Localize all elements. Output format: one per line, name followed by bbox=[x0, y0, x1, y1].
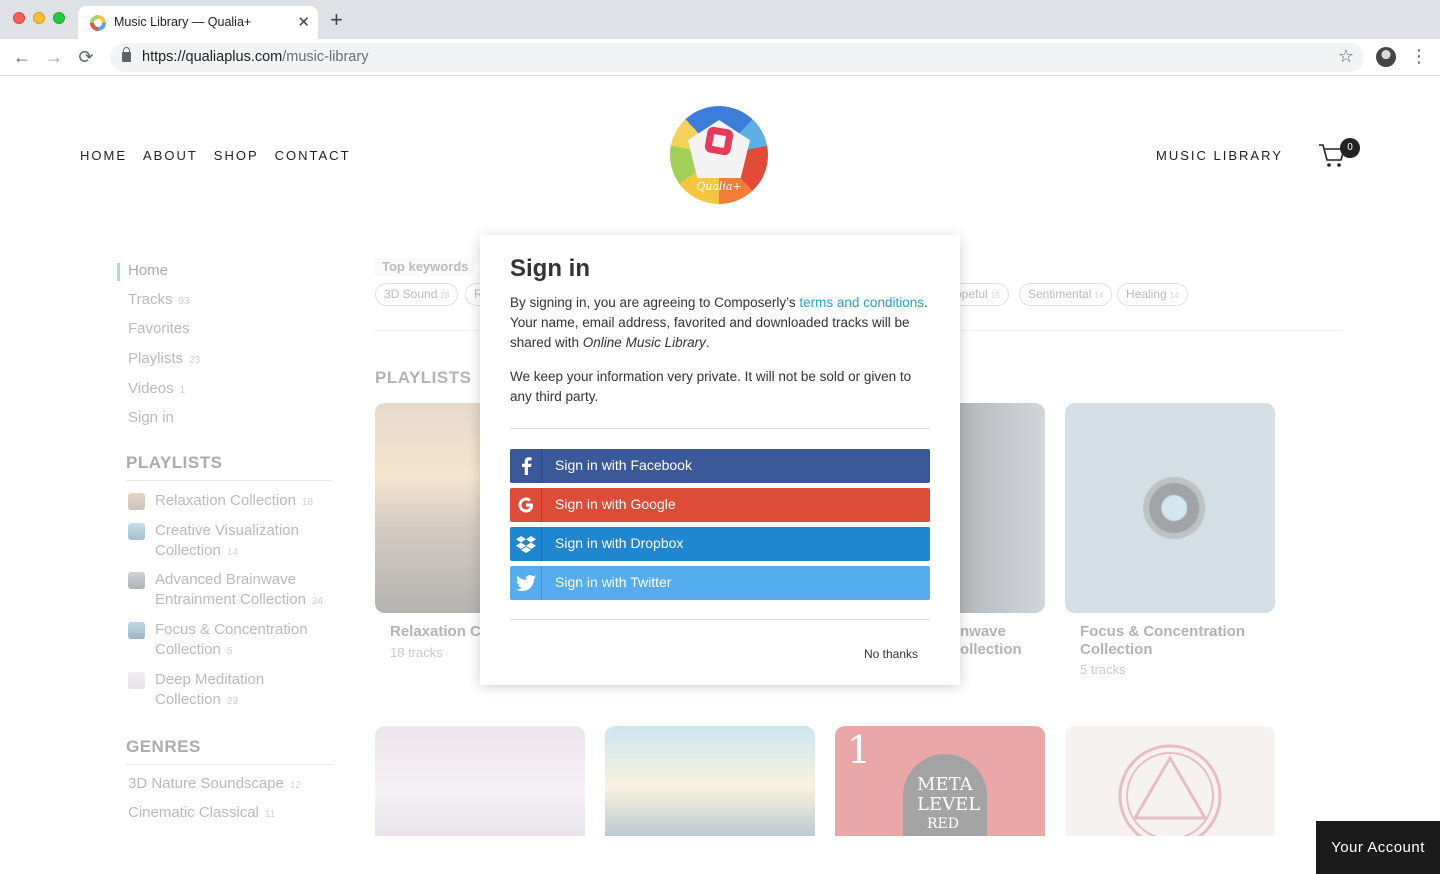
dropbox-sign-in-button[interactable]: Sign in with Dropbox bbox=[510, 527, 930, 561]
address-bar[interactable]: https://qualiaplus.com/music-library ☆ bbox=[110, 43, 1364, 72]
playlist-thumbnail bbox=[128, 493, 145, 510]
divider bbox=[126, 480, 333, 481]
triangle-circle-icon bbox=[1118, 744, 1222, 836]
twitter-icon bbox=[510, 566, 542, 600]
forward-arrow-icon[interactable]: → bbox=[43, 46, 65, 68]
playlists-section-title: PLAYLISTS bbox=[375, 368, 472, 387]
sidebar-item-favorites[interactable]: Favorites bbox=[128, 320, 190, 337]
divider bbox=[510, 619, 930, 620]
playlist-thumbnail bbox=[128, 572, 145, 589]
reload-icon[interactable]: ⟳ bbox=[75, 46, 97, 68]
sidebar-genre-item[interactable]: 3D Nature Soundscape 12 bbox=[128, 775, 301, 792]
back-arrow-icon[interactable]: ← bbox=[11, 46, 33, 68]
window-zoom-button[interactable] bbox=[53, 12, 65, 24]
playlist-card[interactable] bbox=[605, 726, 815, 836]
nav-home[interactable]: HOME bbox=[80, 148, 127, 163]
music-library-link[interactable]: MUSIC LIBRARY bbox=[1156, 148, 1283, 163]
sidebar-item-tracks[interactable]: Tracks 93 bbox=[128, 291, 190, 308]
terms-link[interactable]: terms and conditions bbox=[799, 295, 924, 310]
card-word: RED bbox=[927, 816, 959, 832]
no-thanks-button[interactable]: No thanks bbox=[864, 647, 918, 661]
facebook-icon bbox=[510, 449, 542, 483]
button-label: Sign in with Google bbox=[555, 496, 676, 512]
playlist-card-meta-level[interactable]: 1 META LEVEL RED bbox=[835, 726, 1045, 836]
consent-text: By signing in, you are agreeing to Compo… bbox=[510, 295, 928, 350]
bookmark-star-icon[interactable]: ☆ bbox=[1338, 46, 1354, 67]
profile-avatar-icon[interactable] bbox=[1376, 47, 1396, 67]
playlist-card[interactable] bbox=[375, 726, 585, 836]
cart-count-badge: 0 bbox=[1340, 138, 1360, 158]
playlists-heading: PLAYLISTS bbox=[126, 453, 223, 472]
facebook-sign-in-button[interactable]: Sign in with Facebook bbox=[510, 449, 930, 483]
nav-contact[interactable]: CONTACT bbox=[275, 148, 351, 163]
divider bbox=[126, 764, 333, 765]
sidebar-item-playlists[interactable]: Playlists 23 bbox=[128, 350, 200, 367]
sidebar-item-videos[interactable]: Videos 1 bbox=[128, 380, 185, 397]
playlist-card-focus[interactable] bbox=[1065, 403, 1275, 613]
button-label: Sign in with Dropbox bbox=[555, 535, 684, 551]
card-word: LEVEL bbox=[917, 794, 981, 815]
card-word: META bbox=[917, 774, 973, 795]
top-keywords-label: Top keywords bbox=[375, 258, 476, 276]
window-minimize-button[interactable] bbox=[33, 12, 45, 24]
browser-tab[interactable]: Music Library — Qualia+ ✕ bbox=[78, 6, 318, 39]
keyword-chip[interactable]: 3D Sound 28 bbox=[375, 283, 459, 306]
logo-text: Qualia+ bbox=[696, 180, 742, 193]
twitter-sign-in-button[interactable]: Sign in with Twitter bbox=[510, 566, 930, 600]
close-tab-icon[interactable]: ✕ bbox=[297, 13, 310, 31]
page: HOME ABOUT SHOP CONTACT Qualia+ MUSIC LI… bbox=[0, 76, 1440, 874]
card-title[interactable]: nwave ollection bbox=[960, 623, 1050, 659]
dropbox-icon bbox=[510, 527, 542, 561]
nav-shop[interactable]: SHOP bbox=[214, 148, 259, 163]
browser-tab-strip: Music Library — Qualia+ ✕ + bbox=[0, 0, 1440, 39]
card-number: 1 bbox=[847, 728, 872, 772]
playlist-thumbnail bbox=[128, 622, 145, 639]
privacy-text: We keep your information very private. I… bbox=[510, 369, 912, 404]
logo-q-mark bbox=[703, 125, 735, 157]
button-label: Sign in with Twitter bbox=[555, 574, 672, 590]
sidebar-item-home[interactable]: Home bbox=[128, 262, 168, 279]
nav-about[interactable]: ABOUT bbox=[143, 148, 198, 163]
lock-icon bbox=[122, 47, 131, 62]
keyword-chip[interactable]: Healing 14 bbox=[1117, 283, 1188, 306]
new-tab-button[interactable]: + bbox=[330, 8, 343, 32]
browser-menu-icon[interactable]: ⋮ bbox=[1410, 46, 1428, 67]
your-account-button[interactable]: Your Account bbox=[1316, 821, 1440, 874]
sidebar-genre-item[interactable]: Cinematic Classical 11 bbox=[128, 804, 275, 821]
active-indicator bbox=[117, 263, 120, 281]
button-label: Sign in with Facebook bbox=[555, 457, 692, 473]
keyword-chip[interactable]: Sentimental 14 bbox=[1019, 283, 1113, 306]
qualia-favicon-icon bbox=[90, 15, 106, 31]
browser-toolbar: ← → ⟳ https://qualiaplus.com/music-libra… bbox=[0, 39, 1440, 76]
tab-title: Music Library — Qualia+ bbox=[114, 15, 252, 29]
url-text: https://qualiaplus.com/music-library bbox=[142, 49, 369, 65]
qualia-logo[interactable]: Qualia+ bbox=[670, 106, 768, 204]
card-subtitle: 18 tracks bbox=[390, 645, 443, 660]
genres-heading: GENRES bbox=[126, 737, 201, 756]
modal-title: Sign in bbox=[510, 255, 590, 282]
divider bbox=[510, 428, 930, 429]
playlist-card-sacred-geometry[interactable] bbox=[1065, 726, 1275, 836]
google-icon bbox=[510, 488, 542, 522]
google-sign-in-button[interactable]: Sign in with Google bbox=[510, 488, 930, 522]
sidebar-item-sign-in[interactable]: Sign in bbox=[128, 409, 174, 426]
sign-in-modal: Sign in By signing in, you are agreeing … bbox=[480, 235, 960, 685]
window-close-button[interactable] bbox=[13, 12, 25, 24]
playlist-thumbnail bbox=[128, 672, 145, 689]
card-title[interactable]: Focus & Concentration Collection bbox=[1080, 623, 1280, 659]
card-subtitle: 5 tracks bbox=[1080, 662, 1126, 677]
site-nav: HOME ABOUT SHOP CONTACT bbox=[80, 148, 351, 163]
playlist-thumbnail bbox=[128, 523, 145, 540]
